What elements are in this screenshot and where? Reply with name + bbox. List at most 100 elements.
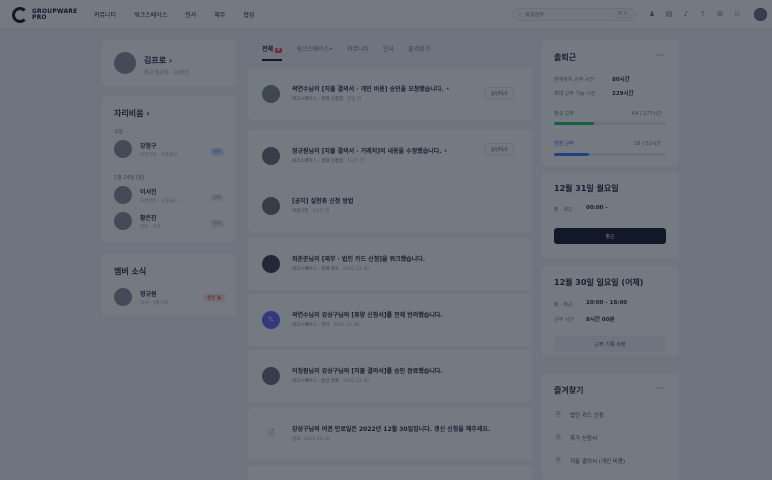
list-item[interactable]: 황은진 연차 · 하루 xyxy=(114,212,161,230)
search-input[interactable] xyxy=(525,11,606,18)
avatar xyxy=(262,255,280,273)
profile-avatar xyxy=(114,52,136,74)
profile-last-login: 최근 접속일 · 10분전 xyxy=(144,70,189,76)
favorite-item[interactable]: 🗎 휴가 신청서 xyxy=(556,433,597,443)
status-badge: 반차 xyxy=(210,148,225,156)
approve-button[interactable]: 승인하기 xyxy=(484,143,514,156)
unread-dot: • xyxy=(445,86,450,93)
menu-hr[interactable]: 인사 xyxy=(176,10,205,19)
favorite-label: 법인 카드 신청 xyxy=(570,413,604,419)
tab-label: 워크스페이스 xyxy=(296,46,330,53)
progress-fill xyxy=(554,153,589,156)
tab-favorites[interactable]: 즐겨찾기 xyxy=(408,44,430,61)
feed-item[interactable]: 🗎 강상구님의 여권 만료일은 2022년 12월 30일입니다. 갱신 신청을… xyxy=(248,408,532,460)
absence-title[interactable]: 자리비움 › xyxy=(114,108,150,119)
header-tools: ♟ ▤ ♪ ⊤ ⚙ ⁞⁞ xyxy=(648,9,741,20)
favorite-item[interactable]: 🗎 지출 결의서 (개인 비용) xyxy=(556,456,625,466)
list-item[interactable]: 정규원 입사 · 1월 1일 xyxy=(114,288,168,306)
avatar xyxy=(114,288,132,306)
feed-time: 2021.12.30 xyxy=(343,379,369,384)
settings-icon[interactable]: ⚙ xyxy=(716,9,724,20)
regular-work-progress xyxy=(554,122,666,125)
feed-source: 커뮤니티 xyxy=(292,209,309,214)
clock-in-button[interactable]: 출근 xyxy=(554,228,666,244)
person-status: 오전반차 · 오후출근 xyxy=(140,198,178,204)
person-name: 이서진 xyxy=(140,188,157,196)
work-time-value: 8시간 00분 xyxy=(586,317,615,323)
work-hours-label: 현재까지 근무 시간 xyxy=(554,77,594,83)
edit-record-button[interactable]: 근무 기록 수정 xyxy=(554,336,666,352)
clock-value: 00:00 - xyxy=(586,205,608,211)
feed-item[interactable] xyxy=(248,466,532,480)
menu-collaboration[interactable]: 협업 xyxy=(234,10,263,19)
feed-time: 2021.12.30 xyxy=(343,267,369,272)
feed-item[interactable]: 이정원님이 강상구님의 [지출 결의서]를 승인 완료했습니다. 워크스페이스 … xyxy=(248,350,532,402)
feed-time: 방금 전 xyxy=(347,97,362,102)
regular-work-value: 64 / 177시간 xyxy=(632,111,662,117)
tab-workspace[interactable]: 워크스페이스• xyxy=(296,44,333,61)
search-icon: ⌕ xyxy=(518,10,522,18)
avatar xyxy=(262,147,280,165)
person-status: 오전반차 · 오후출근 xyxy=(140,152,178,158)
avatar xyxy=(262,367,280,385)
global-search[interactable]: ⌕ ⌘ K xyxy=(512,8,636,21)
absence-title-text: 자리비움 xyxy=(114,109,144,118)
feed-time: 1시간 전 xyxy=(312,209,330,214)
feed-title: [공지] 설현휴 신청 방법 xyxy=(292,198,354,205)
tab-all[interactable]: 전체 8 xyxy=(262,44,283,61)
favorite-item[interactable]: 🗎 법인 카드 신청 xyxy=(556,410,604,420)
max-hours-label: 최대 근무 가능 시간 xyxy=(554,91,596,97)
list-item[interactable]: 이서진 오전반차 · 오후출근 xyxy=(114,186,177,204)
feed-item[interactable]: [공지] 설현휴 신청 방법 커뮤니티 1시간 전 xyxy=(248,180,532,232)
tab-community[interactable]: 커뮤니티 xyxy=(347,44,369,61)
feed-time: 2021.12.30 xyxy=(333,323,360,328)
avatar xyxy=(262,85,280,103)
chevron-right-icon: › xyxy=(146,109,150,118)
today-date: 12월 31일 월요일 xyxy=(554,184,619,193)
feed-title: 이정원님이 강상구님의 [지출 결의서]를 승인 완료했습니다. xyxy=(292,368,443,375)
feed-title: 곽연수님이 [지출 결의서 · 개인 비용] 승인을 요청했습니다. xyxy=(292,86,444,93)
contacts-icon[interactable]: ▤ xyxy=(665,9,673,20)
feed-title: 최준준님이 [재무 · 법인 카드 신청]을 워크했습니다. xyxy=(292,256,425,263)
more-icon[interactable]: ··· xyxy=(656,384,664,393)
feed-item[interactable]: 최준준님이 [재무 · 법인 카드 신청]을 워크했습니다. 워크스페이스 · … xyxy=(248,238,532,290)
avatar xyxy=(114,140,132,158)
user-icon[interactable]: ♟ xyxy=(648,9,656,20)
menu-workspace[interactable]: 워크스페이스 xyxy=(125,10,176,19)
brand-line2: PRO xyxy=(32,13,47,21)
apps-grid-icon[interactable]: ⁞⁞ xyxy=(733,9,741,20)
count-badge: 8 xyxy=(275,48,283,53)
clock-label: 출 · 퇴근 xyxy=(554,207,573,213)
member-news-title: 멤버 소식 xyxy=(114,267,147,276)
brand-logo[interactable]: GROUPWARE PRO xyxy=(12,6,90,23)
favorites-title: 즐겨찾기 xyxy=(554,386,584,395)
work-hours-value: 80시간 xyxy=(612,77,630,83)
org-chart-icon[interactable]: ⊤ xyxy=(699,9,707,20)
person-name: 황은진 xyxy=(140,214,157,222)
feed-source: 워크스페이스 · 결재 신청함 xyxy=(292,159,344,164)
document-icon: 🗎 xyxy=(267,429,275,439)
feed-source: 워크스페이스 · 결재 취소 xyxy=(292,267,340,272)
approve-button[interactable]: 승인하기 xyxy=(484,87,514,100)
menu-finance[interactable]: 재무 xyxy=(205,10,234,19)
feed-item[interactable]: 정규원님이 [지출 결의서 · 거래처]의 내용을 수정했습니다. • 워크스페… xyxy=(248,130,532,182)
menu-community[interactable]: 커뮤니티 xyxy=(94,10,125,19)
bell-icon[interactable]: ♪ xyxy=(682,9,690,20)
tab-hr[interactable]: 인사 xyxy=(383,44,394,61)
favorite-label: 휴가 신청서 xyxy=(570,436,598,442)
list-item[interactable]: 강정구 오전반차 · 오후출근 xyxy=(114,140,177,158)
clock-label: 출 · 퇴근 xyxy=(554,302,573,308)
feed-item[interactable]: TL 곽연수님이 강상구님의 [휴양 신청서]를 전체 반려했습니다. 워크스페… xyxy=(248,294,532,346)
unread-dot: • xyxy=(443,148,448,155)
profile-card[interactable]: 김프로 › 최근 접속일 · 10분전 xyxy=(102,40,236,86)
regular-work-label: 정규 근무 xyxy=(554,111,574,117)
today-label: 오늘 xyxy=(114,129,124,135)
feed-source: 워크스페이스 · 승인 완료 xyxy=(292,379,340,384)
status-badge: 생일 🎉 xyxy=(204,294,226,302)
avatar xyxy=(114,186,132,204)
overtime-label: 연장 근무 xyxy=(554,141,574,147)
profile-name: 김프로 xyxy=(144,56,167,65)
account-avatar[interactable] xyxy=(754,8,767,21)
more-icon[interactable]: ··· xyxy=(656,51,664,60)
member-news-card: 멤버 소식 정규원 입사 · 1월 1일 생일 🎉 xyxy=(102,254,236,316)
